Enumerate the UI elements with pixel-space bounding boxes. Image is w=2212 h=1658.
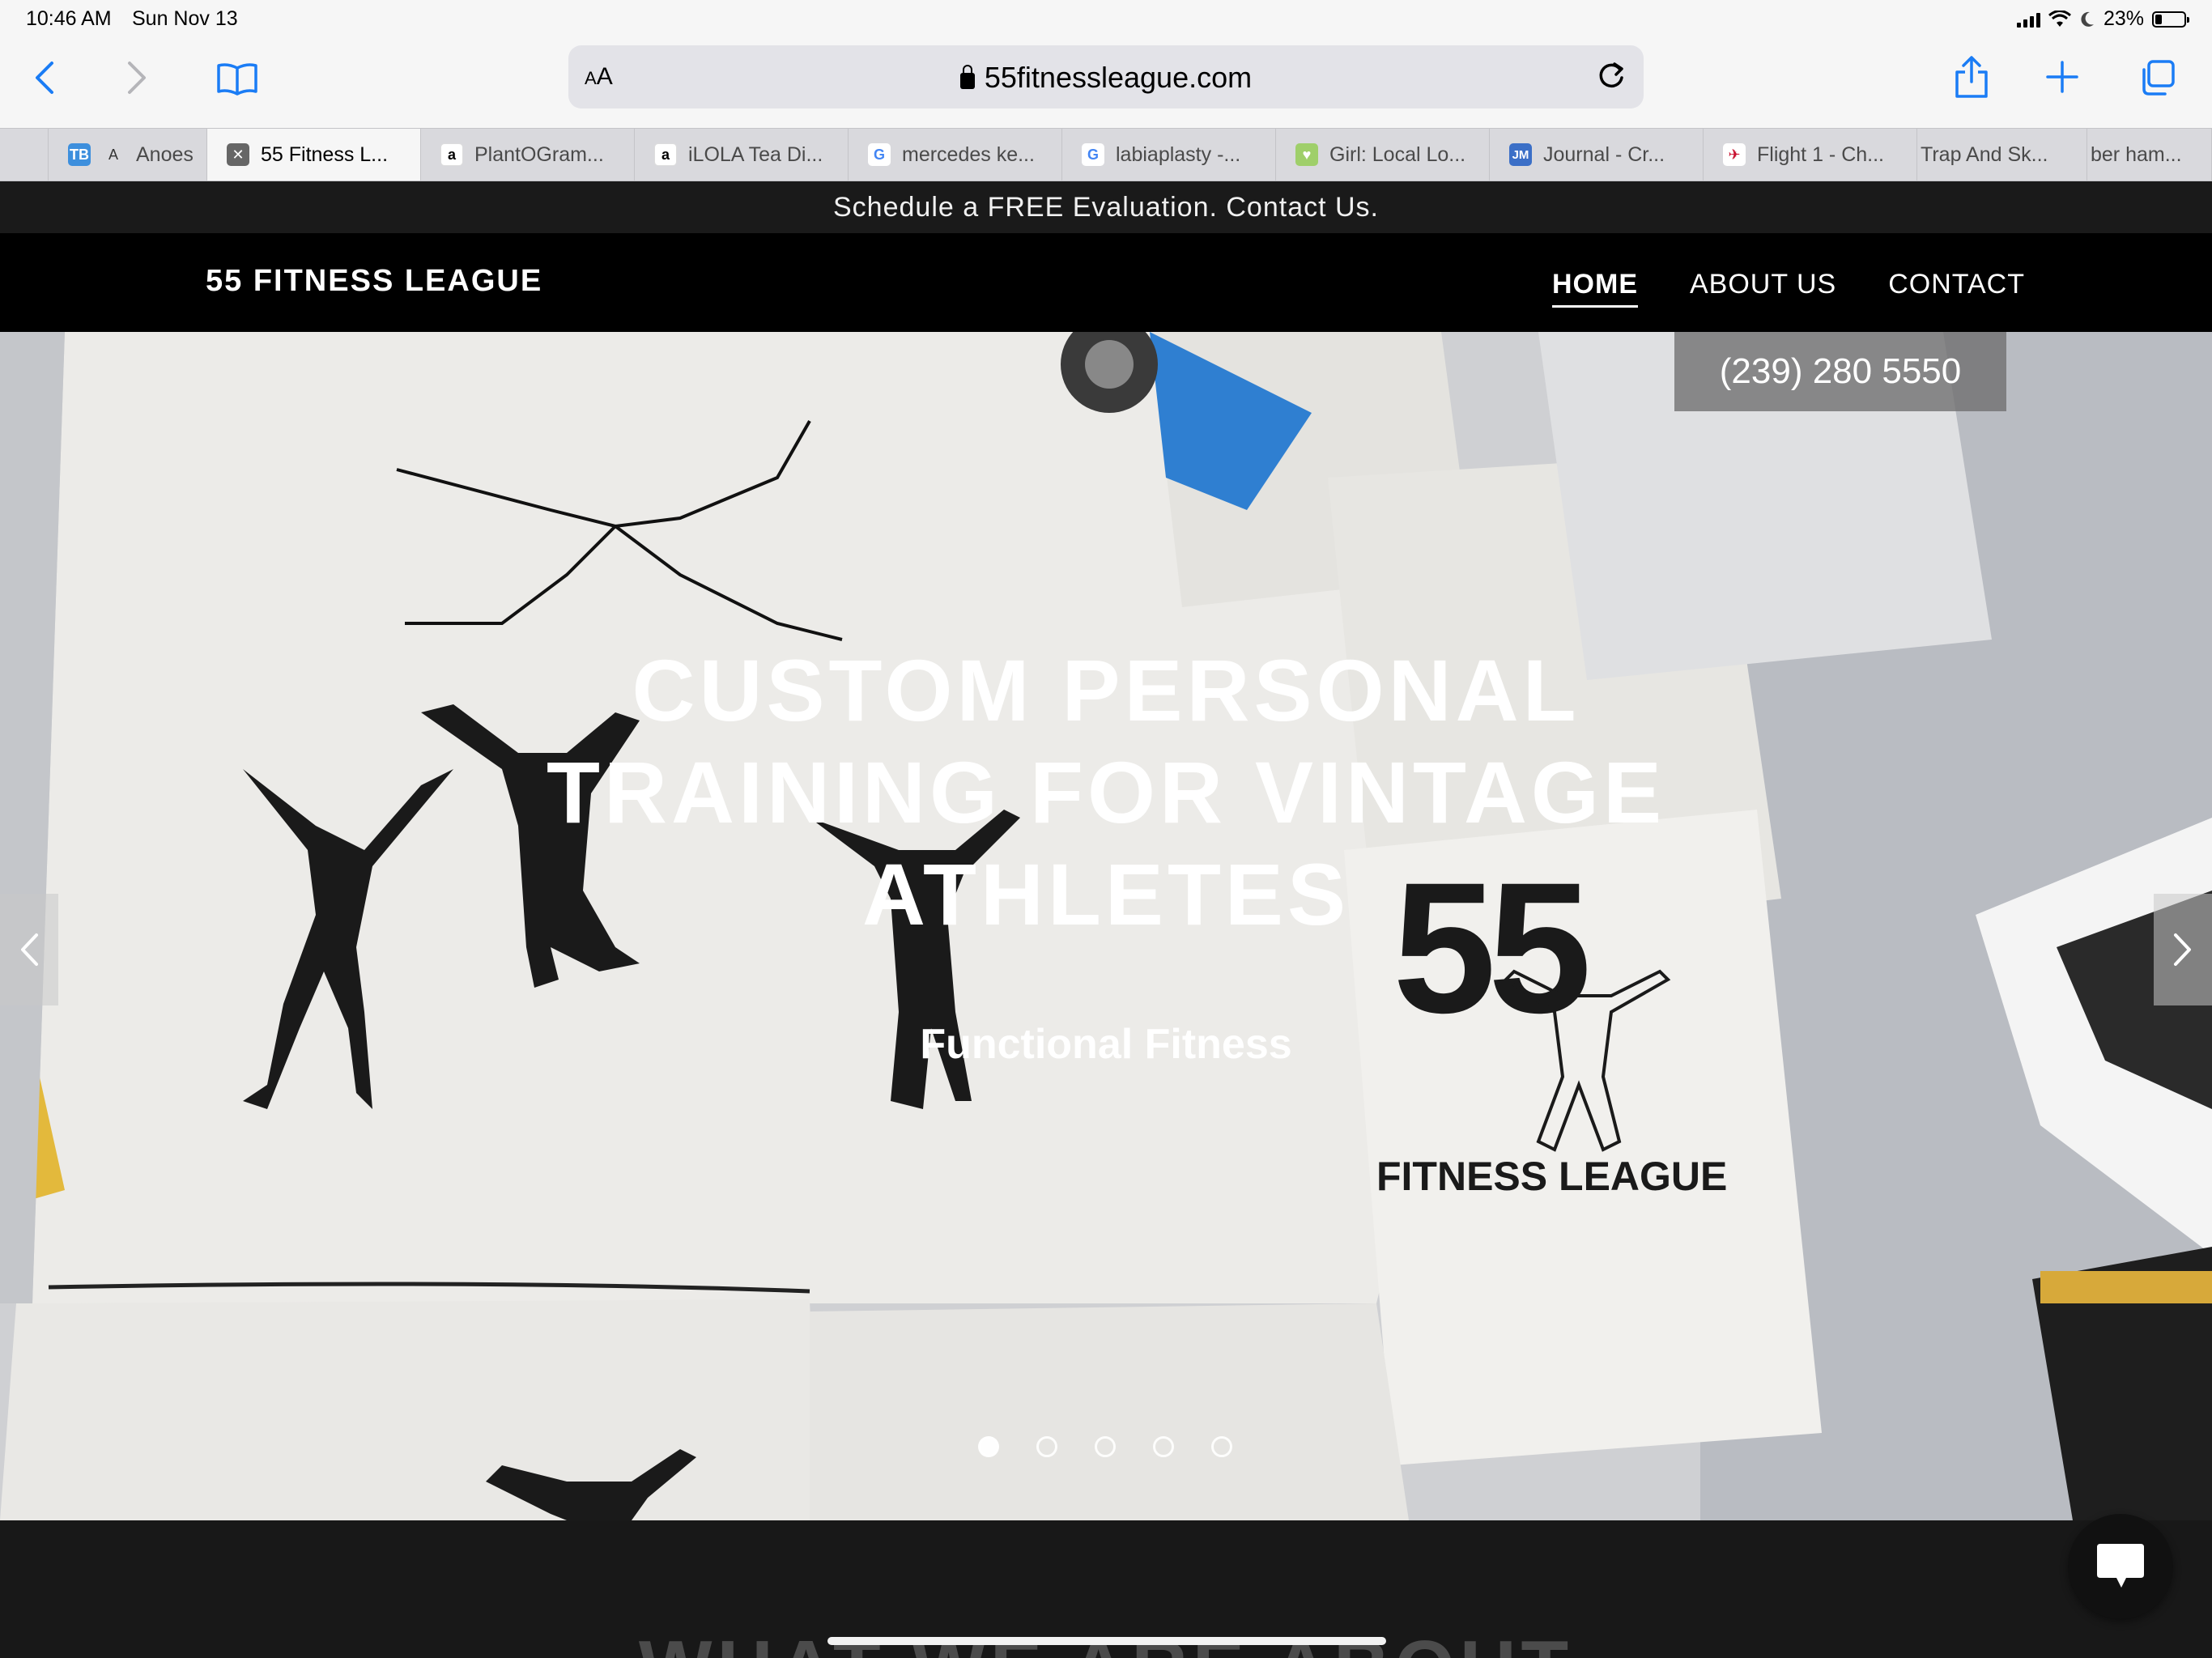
tab-item[interactable]: G labiaplasty -... [1062, 129, 1276, 181]
wifi-icon [2048, 10, 2071, 27]
slide-indicators [978, 1436, 1232, 1457]
heart-favicon-icon: ♥ [1295, 143, 1318, 166]
hero-title-line: TRAINING FOR VINTAGE [547, 743, 1665, 841]
tab-label: labiaplasty -... [1116, 142, 1241, 166]
journal-favicon-icon: JM [1509, 143, 1532, 166]
nav-contact[interactable]: CONTACT [1888, 269, 2025, 308]
tab-item[interactable]: a iLOLA Tea Di... [635, 129, 849, 181]
site-logo[interactable]: 55 FITNESS LEAGUE [206, 264, 542, 299]
cellular-signal-icon [2016, 11, 2040, 28]
hero-slideshow: 55 FITNESS LEAGUE (239) 280 5550 CUSTOM … [0, 332, 2212, 1520]
url-text: 55fitnessleague.com [984, 61, 1253, 94]
tab-favicon: TB [68, 143, 91, 166]
tab-item[interactable]: ✈ Flight 1 - Ch... [1704, 129, 1917, 181]
tab-label: Girl: Local Lo... [1329, 142, 1466, 166]
tab-label: Flight 1 - Ch... [1757, 142, 1884, 166]
status-indicators: 23% [2016, 7, 2189, 31]
forward-icon[interactable] [117, 55, 157, 100]
google-favicon-icon: G [1082, 143, 1104, 166]
site-header: 55 FITNESS LEAGUE HOME ABOUT US CONTACT [0, 233, 2212, 332]
hero-title: CUSTOM PERSONAL TRAINING FOR VINTAGE ATH… [0, 640, 2212, 946]
close-tab-icon[interactable]: ✕ [227, 143, 249, 166]
status-time: 10:46 AM [26, 7, 112, 30]
hero-title-line: CUSTOM PERSONAL [632, 641, 1580, 739]
main-nav: HOME ABOUT US CONTACT [1552, 269, 2025, 308]
tab-label: 55 Fitness L... [261, 142, 389, 166]
logo-text: FITNESS LEAGUE [1376, 1154, 1727, 1199]
share-icon[interactable] [1950, 50, 1993, 104]
url-display[interactable]: 55fitnessleague.com [568, 61, 1644, 95]
tab-label: ber ham... [2091, 142, 2182, 166]
safari-toolbar: AA 55fitnessleague.com [0, 39, 2212, 128]
amazon-favicon-icon: a [440, 143, 463, 166]
home-indicator [827, 1637, 1386, 1645]
nav-about-us[interactable]: ABOUT US [1690, 269, 1836, 308]
chat-icon [2097, 1544, 2144, 1588]
status-date: Sun Nov 13 [132, 7, 238, 30]
slide-dot[interactable] [978, 1436, 999, 1457]
amazon-favicon-icon: a [654, 143, 677, 166]
tab-label: Journal - Cr... [1543, 142, 1665, 166]
tab-item[interactable]: JM Journal - Cr... [1490, 129, 1704, 181]
browser-window: 10:46 AM Sun Nov 13 23% AA 55fitnessleag… [0, 0, 2212, 1658]
moon-icon [2081, 11, 2094, 27]
nav-home[interactable]: HOME [1552, 269, 1638, 308]
battery-percent: 23% [2103, 7, 2144, 30]
slide-dot[interactable] [1211, 1436, 1232, 1457]
slide-dot[interactable] [1095, 1436, 1116, 1457]
status-bar: 10:46 AM Sun Nov 13 23% [0, 0, 2212, 39]
tab-active[interactable]: ✕ 55 Fitness L... [207, 129, 421, 181]
back-icon[interactable] [24, 55, 65, 100]
address-bar[interactable]: AA 55fitnessleague.com [568, 45, 1644, 108]
airline-favicon-icon: ✈ [1723, 143, 1746, 166]
tab-label: Anoes [136, 142, 194, 166]
new-tab-icon[interactable] [2042, 57, 2082, 97]
reload-icon[interactable] [1595, 60, 1627, 96]
hero-subtitle: Functional Fitness [920, 1021, 1292, 1068]
tab-item[interactable]: G mercedes ke... [849, 129, 1062, 181]
tab-item[interactable]: a PlantOGram... [421, 129, 635, 181]
tab-label: iLOLA Tea Di... [688, 142, 823, 166]
about-section: WHAT WE ARE ABOUT [0, 1520, 2212, 1658]
battery-icon [2152, 11, 2189, 28]
tab-item[interactable]: TB A Anoes [49, 129, 207, 181]
tab-favicon: A [108, 146, 118, 163]
tab-label: PlantOGram... [474, 142, 604, 166]
slide-next-button[interactable] [2154, 894, 2212, 1005]
tab-label: Trap And Sk... [1921, 142, 2048, 166]
slide-prev-button[interactable] [0, 894, 58, 1005]
tab-label: mercedes ke... [902, 142, 1035, 166]
battery-level [2155, 14, 2162, 24]
tab-item[interactable]: ber ham... [2087, 129, 2212, 181]
chevron-left-icon [21, 933, 38, 966]
chevron-right-icon [2174, 933, 2191, 966]
slide-dot[interactable] [1036, 1436, 1057, 1457]
tab-item[interactable]: ♥ Girl: Local Lo... [1276, 129, 1490, 181]
hero-title-line: ATHLETES [862, 845, 1350, 943]
tab-bar: TB A Anoes ✕ 55 Fitness L... a PlantOGra… [0, 128, 2212, 181]
google-favicon-icon: G [868, 143, 891, 166]
tab-pinned[interactable] [0, 129, 49, 181]
phone-number[interactable]: (239) 280 5550 [1674, 332, 2006, 411]
slide-dot[interactable] [1153, 1436, 1174, 1457]
lock-icon [959, 65, 975, 89]
chat-button[interactable] [2068, 1514, 2173, 1619]
tabs-overview-icon[interactable] [2134, 55, 2180, 100]
tab-item[interactable]: Trap And Sk... [1917, 129, 2087, 181]
bookmarks-icon[interactable] [212, 58, 262, 99]
announcement-bar[interactable]: Schedule a FREE Evaluation. Contact Us. [0, 181, 2212, 233]
